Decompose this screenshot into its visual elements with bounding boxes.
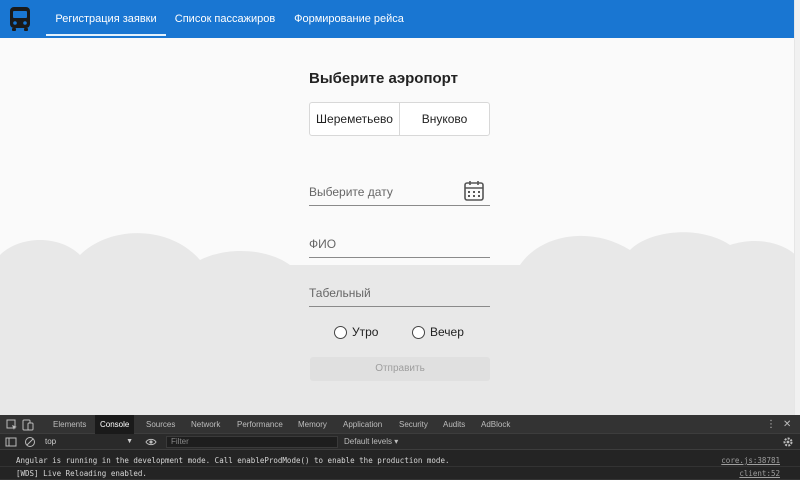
radio-circle-icon bbox=[334, 325, 347, 339]
chevron-down-icon: ▼ bbox=[126, 438, 133, 445]
console-toolbar: top ▼ Filter Default levels ▾ bbox=[0, 434, 800, 450]
inspect-element-icon[interactable] bbox=[6, 419, 18, 431]
close-icon[interactable]: ✕ bbox=[783, 415, 791, 434]
submit-button[interactable]: Отправить bbox=[310, 357, 490, 381]
form-title: Выберите аэропорт bbox=[309, 70, 458, 87]
console-message-source[interactable]: client:52 bbox=[739, 467, 780, 480]
context-select-value: top bbox=[45, 437, 57, 446]
devtools-tab-memory[interactable]: Memory bbox=[293, 415, 332, 434]
radio-morning-label: Утро bbox=[352, 325, 379, 339]
radio-circle-icon bbox=[412, 325, 425, 339]
gear-icon[interactable] bbox=[782, 436, 794, 448]
devtools-tab-performance[interactable]: Performance bbox=[232, 415, 288, 434]
tab-number-field-label: Табельный bbox=[309, 286, 371, 300]
console-message: [WDS] Live Reloading enabled. client:52 bbox=[0, 467, 800, 480]
tab-passengers[interactable]: Список пассажиров bbox=[172, 0, 278, 38]
tab-flight-formation[interactable]: Формирование рейса bbox=[290, 0, 408, 38]
console-filter-input[interactable]: Filter bbox=[166, 436, 338, 448]
devtools-tab-adblock[interactable]: AdBlock bbox=[476, 415, 515, 434]
radio-evening[interactable]: Вечер bbox=[412, 324, 464, 340]
date-field[interactable]: Выберите дату bbox=[309, 180, 490, 206]
clear-console-icon[interactable] bbox=[24, 436, 36, 448]
radio-morning[interactable]: Утро bbox=[334, 324, 378, 340]
device-toolbar-icon[interactable] bbox=[22, 419, 34, 431]
airport-toggle-group: Шереметьево Внуково bbox=[309, 102, 490, 136]
console-message: Angular is running in the development mo… bbox=[0, 454, 800, 467]
console-message-text: Angular is running in the development mo… bbox=[16, 456, 450, 465]
devtools-tab-network[interactable]: Network bbox=[186, 415, 225, 434]
devtools-tab-audits[interactable]: Audits bbox=[438, 415, 470, 434]
devtools-panel: Elements Console Sources Network Perform… bbox=[0, 415, 800, 480]
devtools-tab-application[interactable]: Application bbox=[338, 415, 387, 434]
bus-icon[interactable] bbox=[8, 6, 32, 32]
date-field-label: Выберите дату bbox=[309, 185, 393, 199]
log-levels-dropdown[interactable]: Default levels ▾ bbox=[344, 436, 398, 448]
tab-registration[interactable]: Регистрация заявки bbox=[46, 0, 166, 38]
page-scrollbar[interactable] bbox=[794, 0, 800, 415]
devtools-tabbar: Elements Console Sources Network Perform… bbox=[0, 415, 800, 434]
devtools-tab-security[interactable]: Security bbox=[394, 415, 433, 434]
console-message-text: [WDS] Live Reloading enabled. bbox=[16, 469, 147, 478]
fio-field-label: ФИО bbox=[309, 237, 337, 251]
devtools-tab-sources[interactable]: Sources bbox=[141, 415, 180, 434]
top-navbar: Регистрация заявки Список пассажиров Фор… bbox=[0, 0, 794, 38]
airport-option-vnukovo[interactable]: Внуково bbox=[399, 103, 489, 135]
tab-number-field[interactable]: Табельный bbox=[309, 281, 490, 307]
calendar-icon[interactable] bbox=[463, 180, 485, 202]
kebab-menu-icon[interactable]: ⋮ bbox=[766, 415, 776, 434]
eye-icon[interactable] bbox=[145, 436, 157, 448]
airport-option-sheremetyevo[interactable]: Шереметьево bbox=[310, 103, 399, 135]
devtools-tab-elements[interactable]: Elements bbox=[48, 415, 91, 434]
context-select[interactable]: top ▼ bbox=[45, 436, 135, 448]
devtools-tab-console[interactable]: Console bbox=[95, 415, 135, 434]
radio-evening-label: Вечер bbox=[430, 325, 464, 339]
app-root: Регистрация заявки Список пассажиров Фор… bbox=[0, 0, 800, 480]
console-message-source[interactable]: core.js:38781 bbox=[721, 454, 780, 467]
console-sidebar-icon[interactable] bbox=[5, 436, 17, 448]
fio-field[interactable]: ФИО bbox=[309, 232, 490, 258]
